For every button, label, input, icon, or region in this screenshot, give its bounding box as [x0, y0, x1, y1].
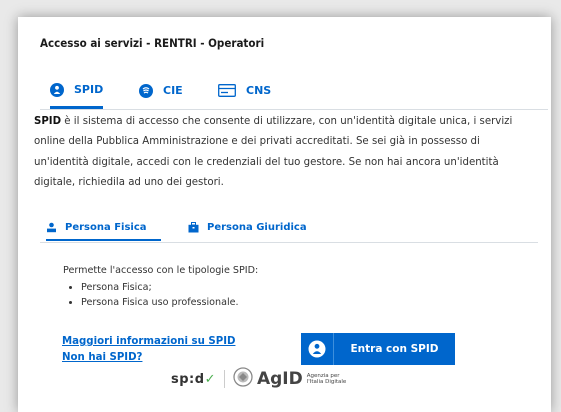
- more-info-link[interactable]: Maggiori informazioni su SPID: [62, 334, 235, 350]
- spid-logo: sp:d✓: [171, 372, 216, 387]
- entra-con-spid-button[interactable]: Entra con SPID: [301, 333, 455, 365]
- footer-logos: sp:d✓ AgID Agenzia per l'Italia Digitale: [171, 366, 346, 392]
- tab-spid[interactable]: SPID: [50, 73, 104, 109]
- permissions-list: Persona Fisica; Persona Fisica uso profe…: [63, 280, 258, 310]
- agid-logo-text: AgID: [256, 369, 303, 389]
- permissions-intro: Permette l'accesso con le tipologie SPID…: [63, 265, 259, 276]
- tab-cie[interactable]: CIE: [139, 73, 183, 108]
- check-icon: ✓: [204, 371, 216, 387]
- cie-icon: [139, 83, 153, 98]
- spid-user-icon: [301, 333, 334, 365]
- spid-logo-text: sp:d: [171, 371, 205, 387]
- tab-label: CIE: [163, 84, 183, 97]
- briefcase-icon: [188, 221, 199, 233]
- subtab-label: Persona Fisica: [65, 221, 147, 233]
- tab-persona-fisica[interactable]: Persona Fisica: [46, 215, 161, 241]
- tab-persona-giuridica[interactable]: Persona Giuridica: [188, 215, 307, 239]
- subtab-label: Persona Giuridica: [207, 221, 307, 233]
- no-spid-link[interactable]: Non hai SPID?: [62, 350, 235, 366]
- spid-button-label: Entra con SPID: [350, 343, 439, 355]
- person-type-tabs: Persona Fisica Persona Giuridica: [40, 215, 538, 243]
- description-text: è il sistema di accesso che consente di …: [34, 116, 513, 188]
- logo-divider: [223, 370, 225, 388]
- tab-label: CNS: [246, 84, 272, 97]
- list-item: Persona Fisica;: [81, 280, 258, 295]
- tab-cns[interactable]: CNS: [218, 73, 271, 108]
- spid-description: SPID è il sistema di accesso che consent…: [34, 112, 529, 193]
- agid-emblem-icon: [233, 367, 253, 391]
- auth-tabs: SPID CIE CNS: [40, 73, 548, 110]
- spid-icon: [50, 82, 64, 97]
- description-bold: SPID: [34, 116, 62, 127]
- page-title: Accesso ai servizi - RENTRI - Operatori: [40, 36, 265, 50]
- permissions-block: Permette l'accesso con le tipologie SPID…: [63, 265, 258, 310]
- person-icon: [46, 222, 57, 233]
- tab-label: SPID: [74, 83, 104, 96]
- card-icon: [218, 84, 236, 98]
- spid-links: Maggiori informazioni su SPID Non hai SP…: [62, 334, 235, 366]
- agid-subtitle: Agenzia per l'Italia Digitale: [306, 372, 347, 386]
- list-item: Persona Fisica uso professionale.: [81, 295, 258, 310]
